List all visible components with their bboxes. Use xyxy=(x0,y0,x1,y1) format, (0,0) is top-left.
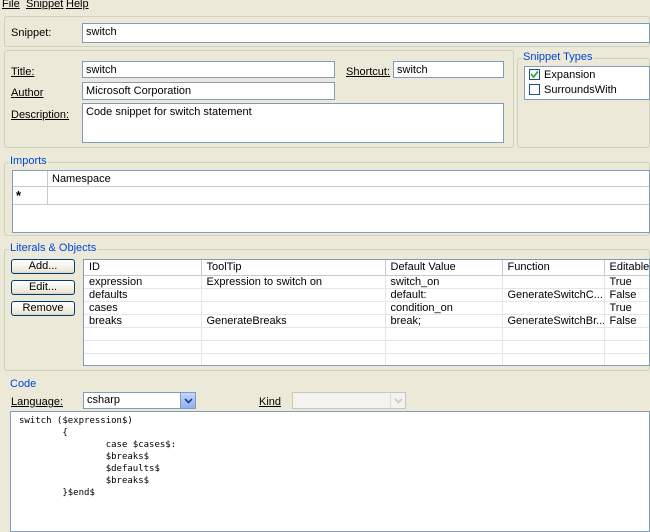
code-title: Code xyxy=(9,378,38,391)
imports-new-row[interactable] xyxy=(48,187,649,205)
code-line: $defaults$ xyxy=(19,464,160,474)
literals-title: Literals & Objects xyxy=(9,242,98,255)
imports-new-row-header: * xyxy=(13,187,48,205)
cell-tooltip: GenerateBreaks xyxy=(201,314,386,328)
cell-id: cases xyxy=(84,301,202,315)
cell-editable: False xyxy=(604,288,649,302)
kind-dropdown-button xyxy=(390,393,405,408)
language-dropdown-button[interactable] xyxy=(180,393,195,408)
shortcut-label: Shortcut: xyxy=(346,66,391,78)
shortcut-input[interactable]: switch xyxy=(393,61,504,78)
cell-function: GenerateSwitchBr... xyxy=(502,314,605,328)
new-row-marker: * xyxy=(16,188,22,203)
cell-function xyxy=(502,275,605,289)
cell-default-value: default: xyxy=(385,288,503,302)
column-id[interactable]: ID xyxy=(84,260,202,276)
language-value: csharp xyxy=(87,394,121,406)
imports-grid[interactable]: Namespace * xyxy=(12,170,650,233)
cell-editable: True xyxy=(604,275,649,289)
kind-label: Kind xyxy=(259,396,282,408)
remove-button[interactable]: Remove xyxy=(11,301,75,316)
expansion-label: Expansion xyxy=(544,69,596,81)
title-label: Title: xyxy=(11,66,35,78)
author-label: Author xyxy=(11,87,44,99)
imports-corner xyxy=(13,171,48,187)
menu-file[interactable]: File xyxy=(2,0,20,11)
code-line: switch ($expression$) xyxy=(19,416,133,426)
author-input[interactable]: Microsoft Corporation xyxy=(82,82,335,100)
language-label: Language: xyxy=(11,396,63,408)
column-function[interactable]: Function xyxy=(502,260,605,276)
code-editor[interactable]: switch ($expression$) { case $cases$: $b… xyxy=(10,411,650,532)
cell-editable: True xyxy=(604,301,649,315)
table-row[interactable]: defaults default: GenerateSwitchC... Fal… xyxy=(84,288,649,302)
title-input[interactable]: switch xyxy=(82,61,335,78)
chevron-down-icon xyxy=(183,397,193,404)
code-line: { xyxy=(19,428,68,438)
expansion-checkbox[interactable] xyxy=(529,69,540,80)
literals-table[interactable]: ID ToolTip Default Value Function Editab… xyxy=(83,259,650,366)
description-label: Description: xyxy=(11,109,70,121)
chevron-down-icon xyxy=(393,397,403,404)
check-icon xyxy=(530,70,539,79)
kind-select xyxy=(292,392,406,409)
cell-function: GenerateSwitchC... xyxy=(502,288,605,302)
cell-tooltip xyxy=(201,288,386,302)
cell-default-value: switch_on xyxy=(385,275,503,289)
table-row[interactable] xyxy=(84,327,649,341)
namespace-column-header: Namespace xyxy=(52,173,111,185)
column-default-value[interactable]: Default Value xyxy=(385,260,503,276)
table-row[interactable]: breaks GenerateBreaks break; GenerateSwi… xyxy=(84,314,649,328)
description-input[interactable]: Code snippet for switch statement xyxy=(82,103,504,143)
imports-header: Namespace xyxy=(48,171,649,187)
table-row[interactable] xyxy=(84,353,649,365)
menu-snippet[interactable]: Snippet xyxy=(26,0,63,11)
edit-button[interactable]: Edit... xyxy=(11,280,75,295)
snippet-input[interactable]: switch xyxy=(82,23,650,43)
code-line: $breaks$ xyxy=(19,476,150,486)
cell-tooltip xyxy=(201,301,386,315)
cell-tooltip: Expression to switch on xyxy=(201,275,386,289)
code-line: $breaks$ xyxy=(19,452,150,462)
snippet-label: Snippet: xyxy=(11,27,52,39)
cell-id: defaults xyxy=(84,288,202,302)
surroundswith-checkbox[interactable] xyxy=(529,84,540,95)
cell-id: breaks xyxy=(84,314,202,328)
column-tooltip[interactable]: ToolTip xyxy=(201,260,386,276)
cell-editable: False xyxy=(604,314,649,328)
surroundswith-label: SurroundsWith xyxy=(544,84,617,96)
cell-default-value: condition_on xyxy=(385,301,503,315)
menu-help[interactable]: Help xyxy=(66,0,89,11)
column-editable[interactable]: Editable xyxy=(604,260,649,276)
imports-title: Imports xyxy=(9,155,48,168)
language-select[interactable]: csharp xyxy=(83,392,196,409)
snippet-types-title: Snippet Types xyxy=(522,51,594,64)
table-row[interactable] xyxy=(84,340,649,354)
cell-default-value: break; xyxy=(385,314,503,328)
code-line: case $cases$: xyxy=(19,440,177,450)
menu-bar: File Snippet Help xyxy=(0,0,650,10)
literals-header-row: ID ToolTip Default Value Function Editab… xyxy=(84,260,649,276)
code-line: }$end$ xyxy=(19,488,95,498)
add-button[interactable]: Add... xyxy=(11,259,75,274)
table-row[interactable]: expression Expression to switch on switc… xyxy=(84,275,649,289)
cell-id: expression xyxy=(84,275,202,289)
table-row[interactable]: cases condition_on True xyxy=(84,301,649,315)
cell-function xyxy=(502,301,605,315)
